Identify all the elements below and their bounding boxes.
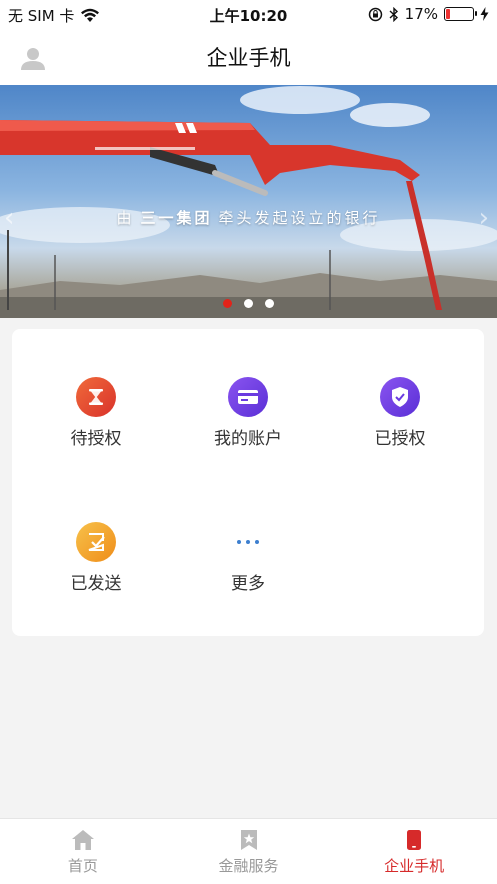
grid-item-sent[interactable]: 已发送 <box>20 522 172 594</box>
grid-item-my-account[interactable]: 我的账户 <box>172 377 324 449</box>
grid-item-more[interactable]: 更多 <box>172 522 324 594</box>
grid-item-label: 我的账户 <box>214 429 282 449</box>
battery-percent: 17% <box>404 5 438 23</box>
nav-bar: 企业手机 <box>0 28 497 85</box>
battery-fill <box>446 9 450 19</box>
slogan-pre: 由 <box>116 209 135 227</box>
carousel-dot[interactable] <box>244 299 253 308</box>
grid-item-label: 已发送 <box>70 574 122 594</box>
shield-check-icon <box>380 377 420 417</box>
carousel-indicator[interactable] <box>0 299 497 308</box>
home-icon <box>71 830 94 850</box>
bluetooth-icon <box>389 6 398 22</box>
bookmark-star-icon <box>240 830 257 850</box>
tab-bar: 首页 金融服务 企业手机 <box>0 818 497 884</box>
phone-icon <box>407 830 422 850</box>
carousel-dot[interactable] <box>223 299 232 308</box>
grid-item-label: 待授权 <box>70 429 122 449</box>
tab-label: 企业手机 <box>384 857 445 875</box>
slogan-brand: 三一集团 <box>140 209 213 227</box>
slogan-post: 牵头发起设立的银行 <box>218 209 381 227</box>
grid-item-pending-authorization[interactable]: 待授权 <box>20 377 172 449</box>
battery-icon <box>444 7 477 21</box>
tab-home[interactable]: 首页 <box>0 819 166 884</box>
grid-item-label: 已授权 <box>374 429 426 449</box>
crane-illustration <box>0 86 497 318</box>
carousel-dot[interactable] <box>265 299 274 308</box>
hourglass-icon <box>76 377 116 417</box>
banner-slogan: 由三一集团 牵头发起设立的银行 <box>0 207 497 228</box>
card-icon <box>228 377 268 417</box>
status-bar: 无 SIM 卡 上午10:20 17% <box>0 0 497 28</box>
more-icon <box>228 522 268 562</box>
page-title: 企业手机 <box>206 46 291 70</box>
tab-label: 金融服务 <box>218 857 279 875</box>
feature-grid-card: 待授权 我的账户 已授权 已发送 更多 <box>12 329 484 636</box>
tab-financial-services[interactable]: 金融服务 <box>166 819 332 884</box>
tab-label: 首页 <box>67 857 98 875</box>
charging-icon <box>480 7 489 21</box>
grid-item-label: 更多 <box>231 574 265 594</box>
grid-item-authorized[interactable]: 已授权 <box>324 377 476 449</box>
sent-check-icon <box>76 522 116 562</box>
banner-carousel[interactable]: ‹ › 由三一集团 牵头发起设立的银行 <box>0 85 497 318</box>
rotation-lock-icon <box>368 7 382 21</box>
tab-enterprise-phone[interactable]: 企业手机 <box>331 819 497 884</box>
